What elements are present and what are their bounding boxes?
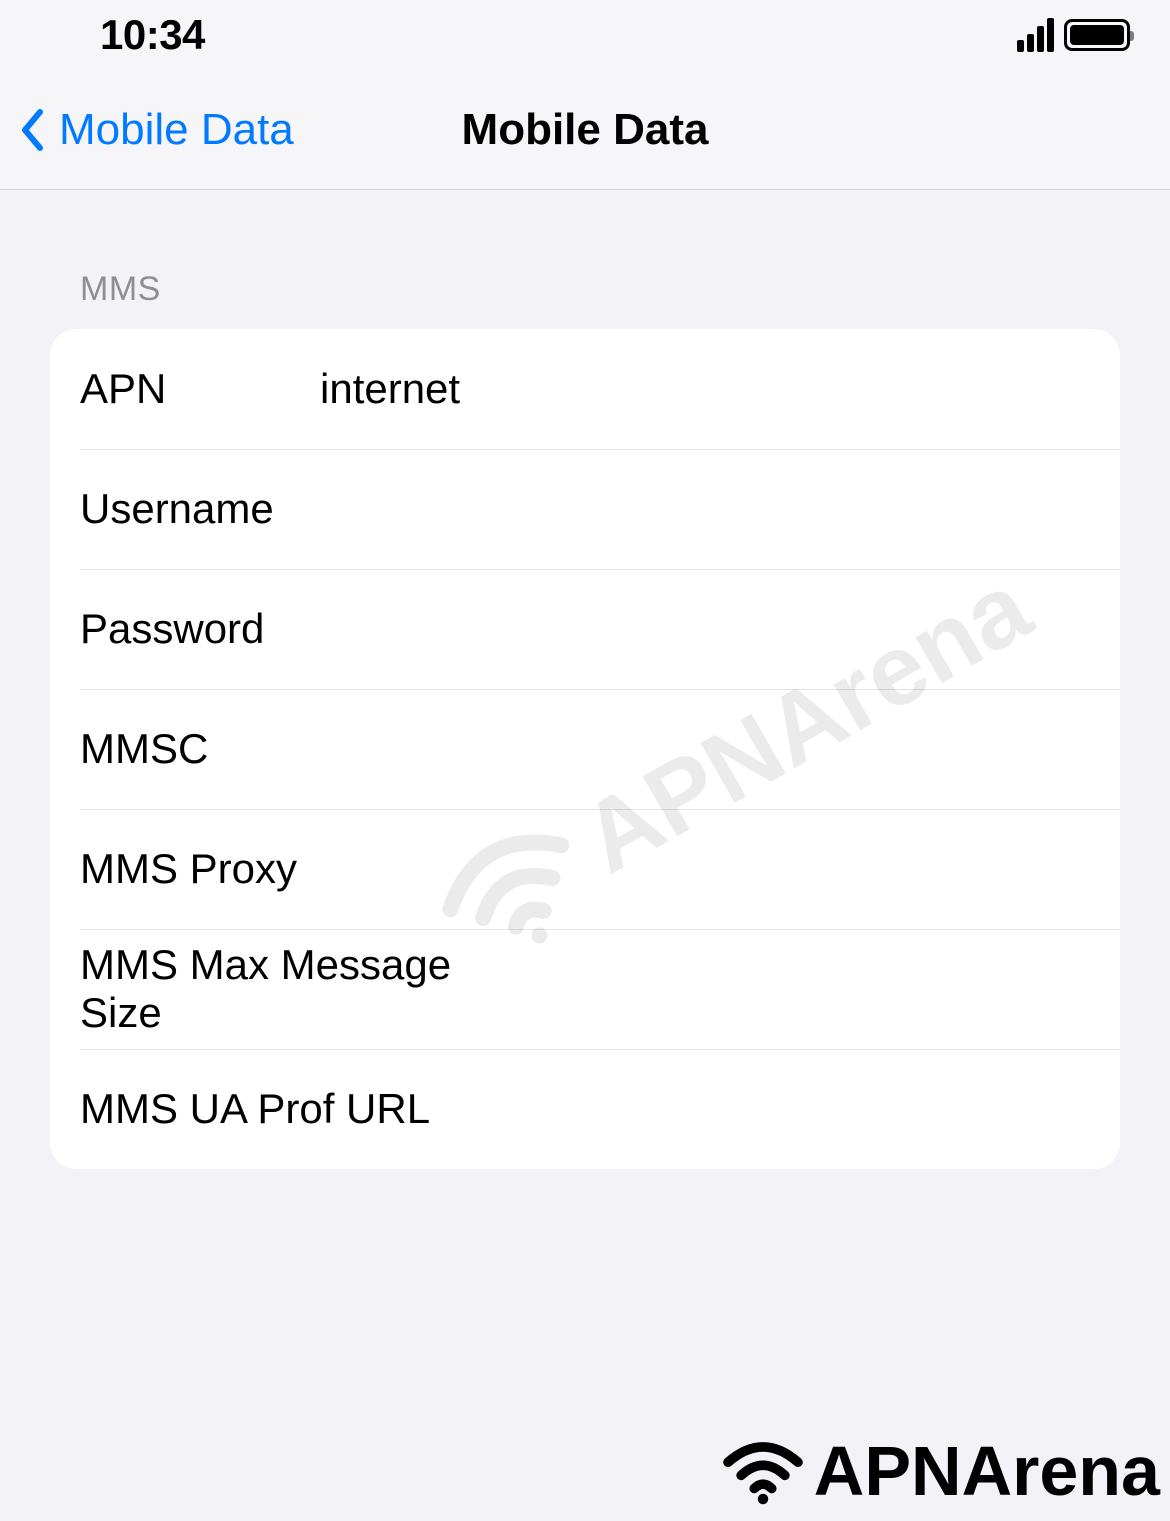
row-mmsc[interactable]: MMSC: [50, 689, 1120, 809]
chevron-left-icon: [20, 109, 44, 151]
row-label-password: Password: [80, 605, 320, 653]
input-mmsc[interactable]: [320, 725, 1090, 773]
row-label-mmsc: MMSC: [80, 725, 320, 773]
mms-settings-group: APN Username Password MMSC MMS Proxy MMS…: [50, 329, 1120, 1169]
input-mms-proxy[interactable]: [317, 845, 1090, 893]
row-mms-ua-prof[interactable]: MMS UA Prof URL: [50, 1049, 1120, 1169]
back-button-label: Mobile Data: [59, 105, 294, 155]
row-username[interactable]: Username: [50, 449, 1120, 569]
row-label-mms-ua-prof: MMS UA Prof URL: [80, 1085, 430, 1133]
row-apn[interactable]: APN: [50, 329, 1120, 449]
cellular-signal-icon: [1017, 18, 1054, 52]
row-label-username: Username: [80, 485, 320, 533]
input-mms-max-size[interactable]: [549, 965, 1090, 1013]
status-bar: 10:34: [0, 0, 1170, 70]
watermark-bottom: APNArena: [718, 1431, 1160, 1511]
page-title: Mobile Data: [462, 105, 709, 155]
row-password[interactable]: Password: [50, 569, 1120, 689]
row-mms-proxy[interactable]: MMS Proxy: [50, 809, 1120, 929]
input-apn[interactable]: [320, 365, 1090, 413]
watermark-bottom-text: APNArena: [814, 1431, 1160, 1511]
row-label-apn: APN: [80, 365, 320, 413]
row-mms-max-size[interactable]: MMS Max Message Size: [50, 929, 1120, 1049]
main-content: MMS APN Username Password MMSC MMS Proxy…: [0, 190, 1170, 1169]
status-time: 10:34: [100, 11, 205, 59]
row-label-mms-max-size: MMS Max Message Size: [80, 941, 529, 1037]
section-header-mms: MMS: [50, 270, 1120, 309]
navigation-bar: Mobile Data Mobile Data: [0, 70, 1170, 190]
wifi-icon: [718, 1436, 808, 1506]
back-button[interactable]: Mobile Data: [0, 105, 294, 155]
status-indicators: [1017, 18, 1130, 52]
battery-icon: [1064, 19, 1130, 51]
row-label-mms-proxy: MMS Proxy: [80, 845, 297, 893]
input-mms-ua-prof[interactable]: [450, 1085, 1090, 1133]
input-password[interactable]: [320, 605, 1090, 653]
input-username[interactable]: [320, 485, 1090, 533]
